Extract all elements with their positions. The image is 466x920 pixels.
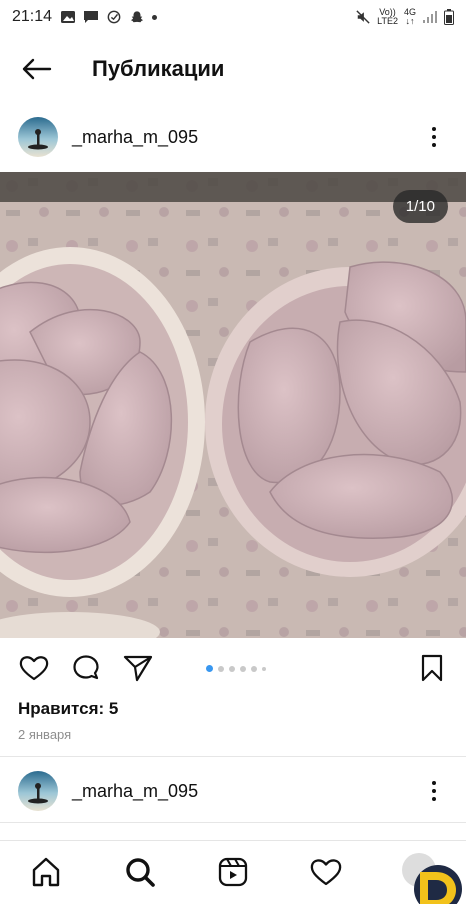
- network-gen-indicator: 4G ↓↑: [403, 7, 416, 26]
- bookmark-icon[interactable]: [416, 652, 448, 684]
- bottom-navigation: [0, 840, 466, 902]
- activity-heart-icon[interactable]: [309, 855, 343, 889]
- next-post-header: _marha_m_095: [0, 764, 466, 818]
- signal-icon: [423, 11, 437, 23]
- post-image-illustration: [0, 172, 466, 638]
- system-navigation-bar: [0, 904, 466, 920]
- arrow-left-icon: [22, 58, 52, 80]
- post-header: _marha_m_095: [0, 110, 466, 164]
- reels-icon[interactable]: [216, 855, 250, 889]
- app-header: Публикации: [0, 44, 466, 94]
- carousel-indicator: [206, 665, 266, 672]
- more-vertical-icon: [432, 127, 436, 131]
- page-title: Публикации: [92, 56, 225, 81]
- post-date: 2 января: [18, 727, 72, 742]
- more-options-button[interactable]: [424, 776, 444, 806]
- divider: [0, 756, 466, 757]
- battery-icon: [444, 9, 454, 25]
- snapchat-icon: [130, 11, 144, 23]
- post-photo[interactable]: 1/10: [0, 172, 466, 638]
- status-time: 21:14: [12, 8, 53, 25]
- message-icon: [84, 11, 99, 23]
- likes-count[interactable]: Нравится: 5: [18, 699, 118, 719]
- divider: [0, 822, 466, 823]
- post-username[interactable]: _marha_m_095: [72, 781, 198, 802]
- comment-icon[interactable]: [70, 652, 102, 684]
- send-icon[interactable]: [122, 652, 154, 684]
- heart-icon[interactable]: [18, 652, 50, 684]
- search-icon[interactable]: [123, 855, 157, 889]
- post-actions: [0, 646, 466, 690]
- mute-icon: [356, 10, 370, 24]
- home-icon[interactable]: [29, 855, 63, 889]
- avatar-image: [18, 117, 58, 157]
- more-notifications-dot: [152, 14, 158, 20]
- avatar[interactable]: [18, 771, 58, 811]
- more-options-button[interactable]: [424, 122, 444, 152]
- avatar-image: [18, 771, 58, 811]
- volte-indicator: Vo)) LTE2: [377, 7, 398, 26]
- avatar[interactable]: [18, 117, 58, 157]
- back-button[interactable]: [16, 49, 56, 89]
- clock-check-icon: [107, 10, 121, 24]
- post-username[interactable]: _marha_m_095: [72, 127, 198, 148]
- status-bar: 21:14 Vo)) LTE2 4G ↓↑: [0, 0, 466, 34]
- gallery-icon: [61, 11, 76, 23]
- image-counter: 1/10: [392, 190, 448, 223]
- more-vertical-icon: [432, 781, 436, 785]
